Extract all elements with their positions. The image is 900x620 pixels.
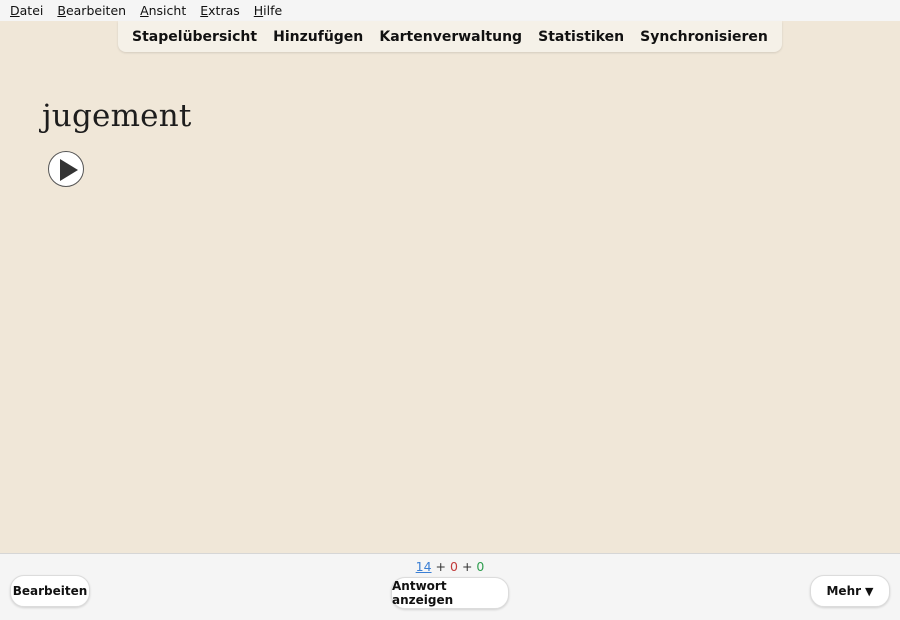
toolbar-stats-link[interactable]: Statistiken: [538, 29, 624, 45]
menu-bearbeiten-rest: earbeiten: [65, 3, 127, 18]
edit-button-label: Bearbeiten: [12, 584, 88, 598]
card-front-text: jugement: [42, 98, 192, 134]
menu-hilfe-accel: H: [253, 3, 264, 18]
menu-datei-accel: D: [10, 3, 20, 18]
audio-play-button[interactable]: [48, 151, 84, 187]
menu-ansicht-rest: nsicht: [148, 3, 187, 18]
menu-bar: Datei Bearbeiten Ansicht Extras Hilfe: [0, 0, 900, 21]
menu-datei[interactable]: Datei: [0, 0, 50, 21]
toolbar-decks-link[interactable]: Stapelübersicht: [132, 29, 257, 45]
count-separator: +: [461, 559, 473, 574]
more-button[interactable]: Mehr ▼: [810, 575, 890, 607]
count-separator: +: [435, 559, 447, 574]
menu-extras-rest: xtras: [208, 3, 240, 18]
more-button-label: Mehr: [826, 584, 862, 598]
menu-hilfe[interactable]: Hilfe: [247, 0, 289, 21]
menu-bearbeiten[interactable]: Bearbeiten: [50, 0, 133, 21]
caret-down-icon: ▼: [865, 584, 874, 598]
menu-datei-rest: atei: [19, 3, 44, 18]
menu-ansicht[interactable]: Ansicht: [133, 0, 193, 21]
toolbar-browse-link[interactable]: Kartenverwaltung: [379, 29, 522, 45]
review-count: 0: [476, 559, 485, 574]
toolbar-add-link[interactable]: Hinzufügen: [273, 29, 363, 45]
top-toolbar: Stapelübersicht Hinzufügen Kartenverwalt…: [118, 21, 782, 52]
menu-ansicht-accel: A: [140, 3, 149, 18]
show-answer-button[interactable]: Antwort anzeigen: [391, 577, 509, 609]
play-icon: [60, 159, 78, 181]
bottom-bar: 14 + 0 + 0 Bearbeiten Antwort anzeigen M…: [0, 553, 900, 620]
show-answer-label: Antwort anzeigen: [392, 579, 454, 607]
learning-count: 0: [450, 559, 458, 574]
toolbar-sync-link[interactable]: Synchronisieren: [640, 29, 768, 45]
new-count[interactable]: 14: [416, 559, 432, 574]
menu-extras-accel: E: [200, 3, 209, 18]
menu-extras[interactable]: Extras: [193, 0, 247, 21]
due-counts: 14 + 0 + 0: [0, 559, 900, 574]
menu-hilfe-rest: ilfe: [263, 3, 283, 18]
edit-button[interactable]: Bearbeiten: [10, 575, 90, 607]
menu-bearbeiten-accel: B: [57, 3, 66, 18]
